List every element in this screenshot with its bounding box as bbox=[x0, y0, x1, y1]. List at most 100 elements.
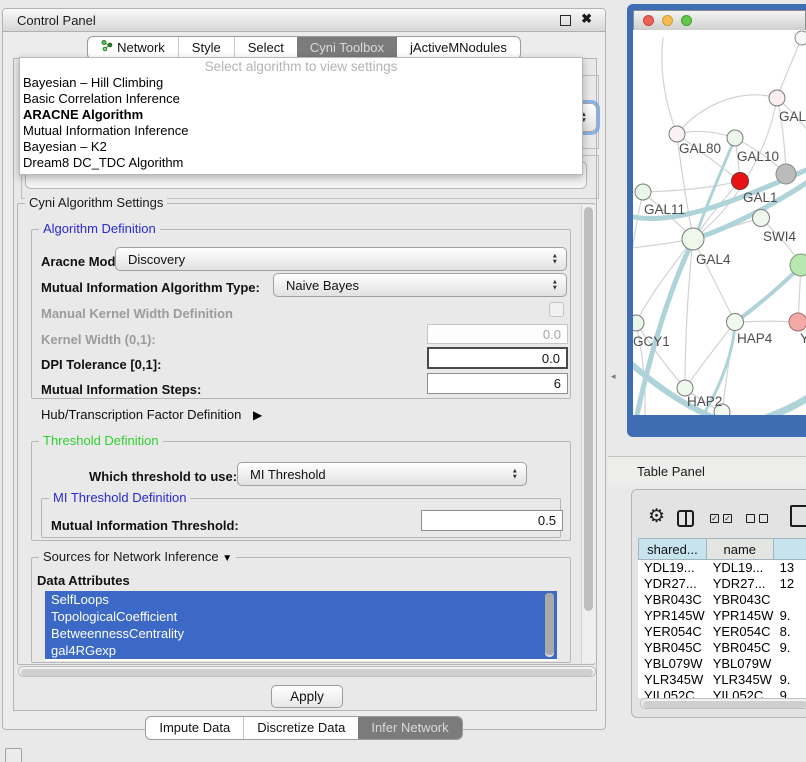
dpi-tolerance-field[interactable]: 0.0 bbox=[427, 347, 568, 369]
table-cell[interactable]: YER054C bbox=[707, 624, 774, 640]
attribute-item-gal4rgexp[interactable]: gal4RGexp bbox=[45, 642, 557, 659]
network-node-gcy1[interactable] bbox=[633, 315, 644, 331]
table-cell[interactable]: 9. bbox=[774, 672, 806, 688]
tab-network[interactable]: Network bbox=[88, 37, 178, 59]
column-header-name[interactable]: name bbox=[707, 538, 774, 560]
network-edge[interactable] bbox=[677, 95, 777, 134]
network-edge[interactable] bbox=[677, 131, 735, 138]
dropdown-option-mutual-information-inference[interactable]: Mutual Information Inference bbox=[20, 123, 582, 139]
network-edge[interactable] bbox=[643, 181, 740, 192]
settings-vertical-scrollbar-thumb[interactable] bbox=[584, 207, 593, 611]
tab-impute-data[interactable]: Impute Data bbox=[146, 717, 243, 739]
dropdown-option-basic-correlation-inference[interactable]: Basic Correlation Inference bbox=[20, 91, 582, 107]
network-edge[interactable] bbox=[662, 38, 677, 134]
table-horizontal-scrollbar[interactable] bbox=[640, 698, 806, 709]
table-cell[interactable]: YDL19... bbox=[707, 560, 774, 576]
attribute-item-selfloops[interactable]: SelfLoops bbox=[45, 591, 557, 608]
attributes-list-scrollbar[interactable] bbox=[545, 593, 554, 657]
table-row[interactable]: YBR043CYBR043C bbox=[638, 592, 806, 608]
attribute-item-topologicalcoefficient[interactable]: TopologicalCoefficient bbox=[45, 608, 557, 625]
table-cell[interactable]: YIL052C bbox=[707, 688, 774, 698]
table-cell[interactable]: 8. bbox=[774, 624, 806, 640]
network-canvas[interactable]: GALGAL80GAL10GAL1GAL11SWI4GAL4YHAP4GCY1H… bbox=[633, 30, 806, 415]
close-window-icon[interactable] bbox=[643, 15, 654, 26]
which-threshold-combobox[interactable]: MI Threshold ▲▼ bbox=[237, 462, 527, 486]
settings-horizontal-scrollbar-thumb[interactable] bbox=[21, 669, 593, 676]
deselect-all-checkboxes-icon[interactable] bbox=[746, 514, 768, 523]
column-header-shared[interactable]: shared... bbox=[638, 538, 707, 560]
table-cell[interactable] bbox=[774, 656, 806, 672]
network-node-gal1[interactable] bbox=[732, 173, 749, 190]
network-node-swi4[interactable] bbox=[753, 210, 770, 227]
table-cell[interactable]: YBL079W bbox=[638, 656, 707, 672]
table-cell[interactable]: YBR043C bbox=[638, 592, 707, 608]
network-node-gal[interactable] bbox=[769, 90, 785, 106]
attributes-list-scrollbar-thumb[interactable] bbox=[545, 593, 554, 655]
network-node-hap4[interactable] bbox=[727, 314, 744, 331]
table-row[interactable]: YDR27...YDR27...12 bbox=[638, 576, 806, 592]
mi-threshold-field[interactable]: 0.5 bbox=[421, 510, 563, 531]
tab-discretize-data[interactable]: Discretize Data bbox=[243, 717, 358, 739]
table-cell[interactable]: 9. bbox=[774, 608, 806, 624]
table-row[interactable]: YDL19...YDL19...13 bbox=[638, 560, 806, 576]
table-row[interactable]: YER054CYER054C8. bbox=[638, 624, 806, 640]
mi-steps-field[interactable]: 6 bbox=[427, 373, 568, 394]
table-cell[interactable]: YBR045C bbox=[638, 640, 707, 656]
table-cell[interactable]: YBR043C bbox=[707, 592, 774, 608]
close-panel-icon[interactable]: ✖ bbox=[581, 11, 592, 27]
select-all-checkboxes-icon[interactable]: ✓ ✓ bbox=[710, 514, 732, 523]
table-cell[interactable]: YBR045C bbox=[707, 640, 774, 656]
table-cell[interactable]: 12 bbox=[774, 576, 806, 592]
column-header-2[interactable] bbox=[774, 538, 806, 560]
minimize-window-icon[interactable] bbox=[662, 15, 673, 26]
dropdown-option-dream8-dc-tdc-algorithm[interactable]: Dream8 DC_TDC Algorithm bbox=[20, 155, 582, 171]
settings-horizontal-scrollbar[interactable] bbox=[18, 666, 596, 677]
splitter-handle[interactable]: ◂ bbox=[611, 371, 616, 382]
network-edge[interactable] bbox=[685, 322, 735, 388]
float-panel-icon[interactable] bbox=[560, 15, 571, 26]
table-cell[interactable]: YDR27... bbox=[638, 576, 707, 592]
attribute-item-betweennesscentrality[interactable]: BetweennessCentrality bbox=[45, 625, 557, 642]
network-edge[interactable] bbox=[777, 38, 801, 98]
tab-infer-network[interactable]: Infer Network bbox=[358, 717, 461, 739]
apply-button[interactable]: Apply bbox=[271, 685, 343, 708]
columns-icon[interactable] bbox=[677, 510, 694, 527]
network-node-y[interactable] bbox=[789, 313, 806, 331]
table-file-icon[interactable] bbox=[790, 505, 806, 527]
table-cell[interactable]: YLR345W bbox=[707, 672, 774, 688]
network-node-unlabeled[interactable] bbox=[776, 164, 796, 184]
table-cell[interactable]: 9. bbox=[774, 688, 806, 698]
aracne-mode-combobox[interactable]: Discovery ▲▼ bbox=[115, 247, 567, 271]
network-node-unlabeled[interactable] bbox=[795, 31, 806, 45]
network-node-gal80[interactable] bbox=[669, 126, 685, 142]
settings-vertical-scrollbar[interactable] bbox=[581, 205, 595, 663]
table-cell[interactable]: 13 bbox=[774, 560, 806, 576]
table-cell[interactable]: YDR27... bbox=[707, 576, 774, 592]
table-cell[interactable]: 9. bbox=[774, 640, 806, 656]
minimized-panel-icon[interactable] bbox=[5, 748, 22, 762]
table-row[interactable]: YPR145WYPR145W9. bbox=[638, 608, 806, 624]
table-cell[interactable]: YBL079W bbox=[707, 656, 774, 672]
network-node-gal11[interactable] bbox=[635, 184, 651, 200]
table-cell[interactable]: YDL19... bbox=[638, 560, 707, 576]
table-row[interactable]: YBL079WYBL079W bbox=[638, 656, 806, 672]
dropdown-option-bayesian-k2[interactable]: Bayesian – K2 bbox=[20, 139, 582, 155]
network-node-gal10[interactable] bbox=[727, 130, 743, 146]
network-node-gal4[interactable] bbox=[682, 228, 704, 250]
tab-jactivemnodules[interactable]: jActiveMNodules bbox=[397, 37, 520, 59]
zoom-window-icon[interactable] bbox=[681, 15, 692, 26]
tab-cyni-toolbox[interactable]: Cyni Toolbox bbox=[297, 37, 397, 59]
network-edge[interactable] bbox=[737, 266, 801, 321]
table-horizontal-scrollbar-thumb[interactable] bbox=[643, 701, 806, 708]
expander-arrow-down-icon[interactable]: ▼ bbox=[222, 553, 232, 564]
table-cell[interactable]: YIL052C bbox=[638, 688, 707, 698]
table-cell[interactable]: YLR345W bbox=[638, 672, 707, 688]
tab-style[interactable]: Style bbox=[178, 37, 234, 59]
mi-algorithm-type-combobox[interactable]: Naive Bayes ▲▼ bbox=[273, 273, 567, 297]
network-window-titlebar[interactable] bbox=[633, 10, 806, 31]
table-cell[interactable]: YPR145W bbox=[638, 608, 707, 624]
table-cell[interactable] bbox=[774, 592, 806, 608]
table-row[interactable]: YBR045CYBR045C9. bbox=[638, 640, 806, 656]
dropdown-option-bayesian-hill-climbing[interactable]: Bayesian – Hill Climbing bbox=[20, 75, 582, 91]
dropdown-option-aracne-algorithm[interactable]: ARACNE Algorithm bbox=[20, 107, 582, 123]
